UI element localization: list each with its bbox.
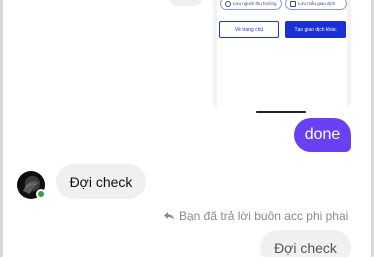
bookmark-icon <box>290 0 296 7</box>
chat-thread: Lưu người thụ hưởng Lưu mẫu giao dịch Về… <box>0 0 374 257</box>
quoted-message-bubble[interactable]: Đợi check <box>260 230 351 257</box>
home-button[interactable]: Về trang chủ <box>219 21 279 38</box>
save-transaction-label: Lưu mẫu giao dịch <box>298 1 336 6</box>
reply-indicator: Bạn đã trả lời buôn acc phi phai <box>163 209 348 223</box>
message-text: done <box>304 126 341 143</box>
message-text: Đợi check <box>69 173 133 190</box>
incoming-message-bubble[interactable]: Đợi check <box>56 164 146 199</box>
save-recipient-pill[interactable]: Lưu người thụ hưởng <box>220 0 282 10</box>
reply-arrow-icon <box>164 212 174 220</box>
shared-screenshot-card[interactable]: Lưu người thụ hưởng Lưu mẫu giao dịch Về… <box>213 0 351 110</box>
outgoing-message-bubble[interactable]: done <box>294 118 351 152</box>
save-transaction-pill[interactable]: Lưu mẫu giao dịch <box>285 0 347 10</box>
home-indicator-bar <box>256 111 306 113</box>
message-text: Đợi check <box>274 239 337 256</box>
screenshot-content: Lưu người thụ hưởng Lưu mẫu giao dịch Về… <box>217 0 347 110</box>
reply-note-text: Bạn đã trả lời buôn acc phi phai <box>179 209 349 223</box>
previous-message-bubble[interactable] <box>169 0 203 6</box>
online-dot-icon <box>36 189 46 199</box>
new-transaction-button[interactable]: Tạo giao dịch khác <box>285 21 346 38</box>
person-circle-icon <box>225 0 231 7</box>
save-recipient-label: Lưu người thụ hưởng <box>233 1 277 6</box>
